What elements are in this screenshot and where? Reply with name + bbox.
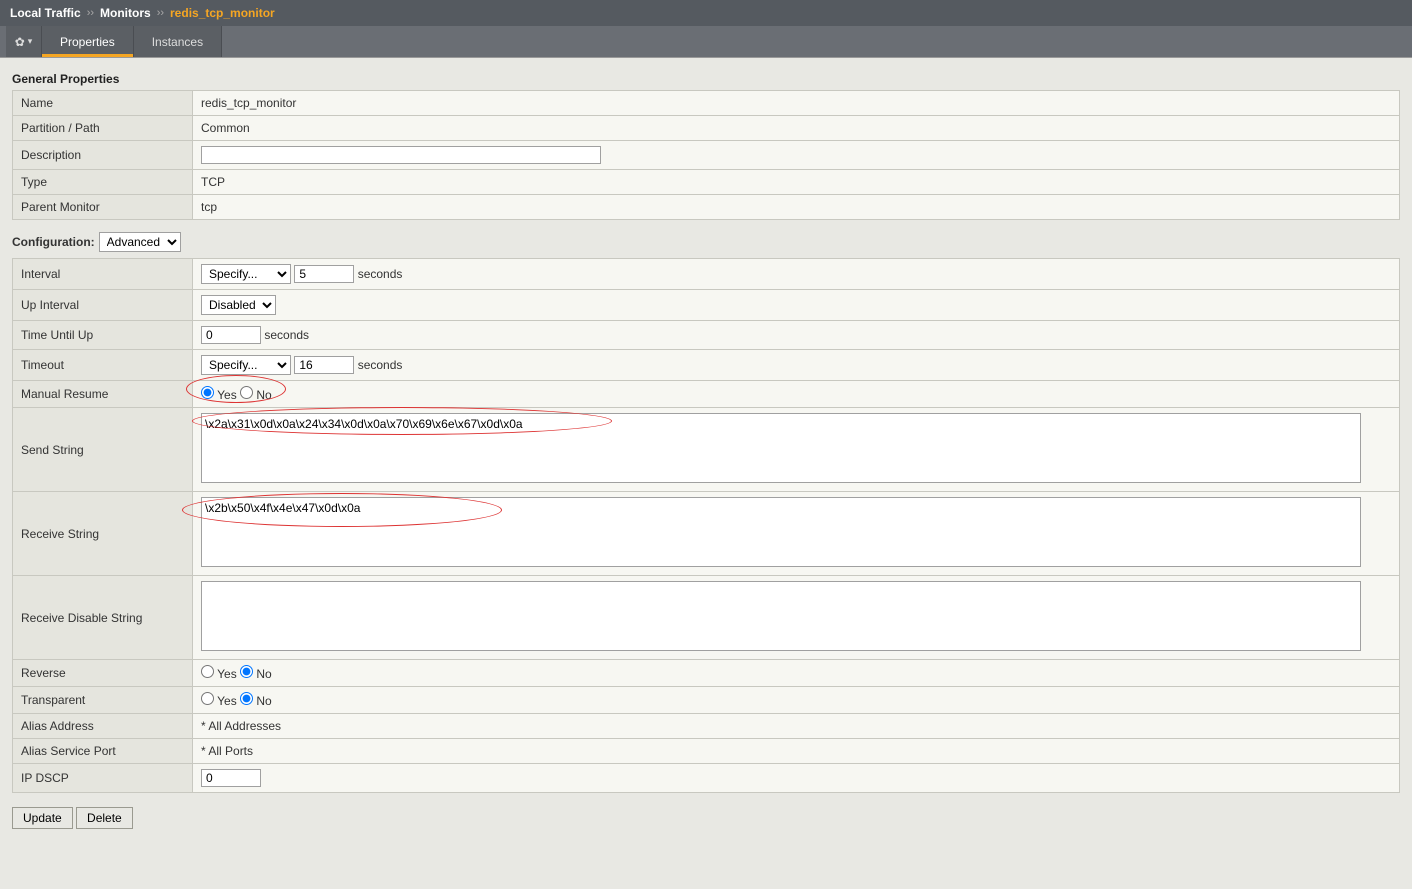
timeout-unit: seconds bbox=[358, 358, 403, 372]
receive-string-textarea[interactable] bbox=[201, 497, 1361, 567]
time-until-up-label: Time Until Up bbox=[13, 321, 193, 350]
timeout-input[interactable] bbox=[294, 356, 354, 374]
ip-dscp-input[interactable] bbox=[201, 769, 261, 787]
parent-monitor-value: tcp bbox=[193, 195, 1400, 220]
general-properties-table: Name redis_tcp_monitor Partition / Path … bbox=[12, 90, 1400, 220]
transparent-no-radio[interactable] bbox=[240, 692, 253, 705]
manual-resume-no-radio[interactable] bbox=[240, 386, 253, 399]
description-input[interactable] bbox=[201, 146, 601, 164]
tab-instances-label: Instances bbox=[152, 35, 203, 49]
description-label: Description bbox=[13, 141, 193, 170]
time-until-up-input[interactable] bbox=[201, 326, 261, 344]
up-interval-label: Up Interval bbox=[13, 290, 193, 321]
transparent-yes-radio[interactable] bbox=[201, 692, 214, 705]
breadcrumb-monitors[interactable]: Monitors bbox=[100, 6, 151, 20]
reverse-no-radio[interactable] bbox=[240, 665, 253, 678]
reverse-yes-radio[interactable] bbox=[201, 665, 214, 678]
configuration-label: Configuration: bbox=[12, 235, 95, 249]
delete-button[interactable]: Delete bbox=[76, 807, 133, 829]
manual-resume-yes-radio[interactable] bbox=[201, 386, 214, 399]
tab-properties-label: Properties bbox=[60, 35, 115, 49]
transparent-no-option[interactable]: No bbox=[240, 694, 272, 708]
configuration-select[interactable]: Advanced bbox=[99, 232, 181, 252]
up-interval-select[interactable]: Disabled bbox=[201, 295, 276, 315]
receive-disable-string-textarea[interactable] bbox=[201, 581, 1361, 651]
configuration-table: Interval Specify... seconds Up Interval … bbox=[12, 258, 1400, 793]
transparent-yes-option[interactable]: Yes bbox=[201, 694, 237, 708]
breadcrumb-monitor-name: redis_tcp_monitor bbox=[170, 6, 275, 20]
interval-mode-select[interactable]: Specify... bbox=[201, 264, 291, 284]
alias-address-value: * All Addresses bbox=[193, 714, 1400, 739]
manual-resume-no-option[interactable]: No bbox=[240, 388, 272, 402]
reverse-no-option[interactable]: No bbox=[240, 667, 272, 681]
transparent-label: Transparent bbox=[13, 687, 193, 714]
manual-resume-label: Manual Resume bbox=[13, 381, 193, 408]
alias-service-port-value: * All Ports bbox=[193, 739, 1400, 764]
name-value: redis_tcp_monitor bbox=[193, 91, 1400, 116]
alias-address-label: Alias Address bbox=[13, 714, 193, 739]
breadcrumb-bar: Local Traffic ›› Monitors ›› redis_tcp_m… bbox=[0, 0, 1412, 26]
chevron-down-icon: ▾ bbox=[28, 36, 33, 47]
general-properties-heading: General Properties bbox=[12, 72, 1400, 86]
type-value: TCP bbox=[193, 170, 1400, 195]
interval-label: Interval bbox=[13, 259, 193, 290]
name-label: Name bbox=[13, 91, 193, 116]
gear-menu[interactable]: ✿ ▾ bbox=[6, 26, 42, 57]
send-string-textarea[interactable] bbox=[201, 413, 1361, 483]
interval-unit: seconds bbox=[358, 267, 403, 281]
receive-disable-string-label: Receive Disable String bbox=[13, 576, 193, 660]
gear-icon: ✿ bbox=[15, 35, 25, 49]
time-until-up-unit: seconds bbox=[264, 328, 309, 342]
send-string-label: Send String bbox=[13, 408, 193, 492]
reverse-label: Reverse bbox=[13, 660, 193, 687]
tab-bar: ✿ ▾ Properties Instances bbox=[0, 26, 1412, 58]
parent-monitor-label: Parent Monitor bbox=[13, 195, 193, 220]
update-button[interactable]: Update bbox=[12, 807, 73, 829]
interval-input[interactable] bbox=[294, 265, 354, 283]
timeout-mode-select[interactable]: Specify... bbox=[201, 355, 291, 375]
breadcrumb-local-traffic[interactable]: Local Traffic bbox=[10, 6, 81, 20]
alias-service-port-label: Alias Service Port bbox=[13, 739, 193, 764]
ip-dscp-label: IP DSCP bbox=[13, 764, 193, 793]
tab-instances[interactable]: Instances bbox=[134, 26, 222, 57]
breadcrumb-sep-2: ›› bbox=[157, 7, 164, 19]
partition-label: Partition / Path bbox=[13, 116, 193, 141]
breadcrumb-sep-1: ›› bbox=[87, 7, 94, 19]
partition-value: Common bbox=[193, 116, 1400, 141]
manual-resume-yes-option[interactable]: Yes bbox=[201, 388, 237, 402]
tab-properties[interactable]: Properties bbox=[42, 26, 134, 57]
reverse-yes-option[interactable]: Yes bbox=[201, 667, 237, 681]
type-label: Type bbox=[13, 170, 193, 195]
receive-string-label: Receive String bbox=[13, 492, 193, 576]
timeout-label: Timeout bbox=[13, 350, 193, 381]
